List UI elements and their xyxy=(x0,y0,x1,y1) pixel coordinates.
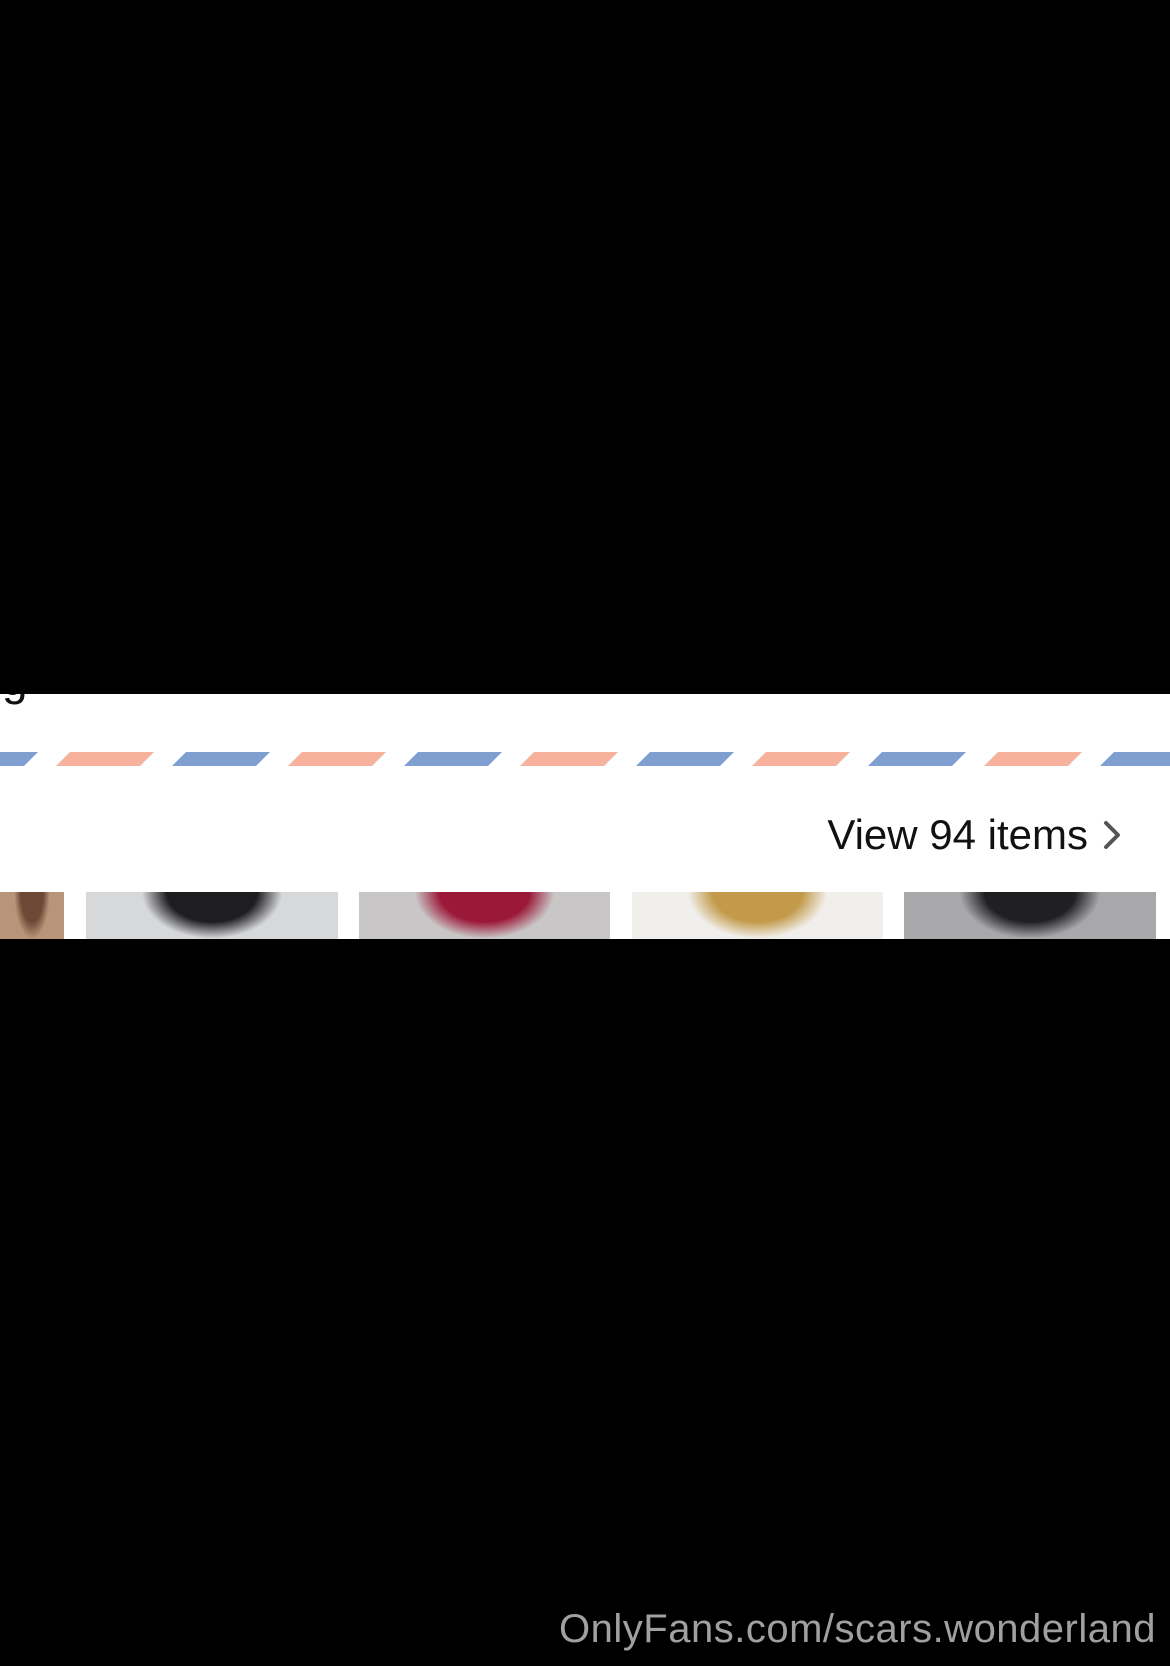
chevron-right-icon xyxy=(1104,821,1120,849)
thumbnail-5[interactable] xyxy=(904,892,1156,939)
airmail-stripe-segment xyxy=(404,752,502,766)
airmail-stripe-segment xyxy=(984,752,1082,766)
thumbnail-strip[interactable] xyxy=(0,892,1170,939)
thumbnail-image xyxy=(959,892,1101,939)
airmail-stripe-segment xyxy=(288,752,386,766)
airmail-stripe-segment xyxy=(636,752,734,766)
thumbnail-3[interactable] xyxy=(359,892,610,939)
thumbnail-4[interactable] xyxy=(632,892,883,939)
thumbnail-image xyxy=(414,892,555,939)
airmail-stripe-divider xyxy=(0,752,1170,766)
collection-card: g View 94 items xyxy=(0,694,1170,939)
thumbnail-image xyxy=(687,892,828,939)
airmail-stripe-segment xyxy=(56,752,154,766)
airmail-stripe-segment xyxy=(868,752,966,766)
airmail-stripe-segment xyxy=(752,752,850,766)
airmail-stripe-segment xyxy=(1100,752,1170,766)
truncated-text-fragment: g xyxy=(2,694,28,702)
thumbnail-image xyxy=(14,892,50,939)
airmail-stripe-segment xyxy=(172,752,270,766)
thumbnail-1[interactable] xyxy=(0,892,64,939)
thumbnail-2[interactable] xyxy=(86,892,338,939)
view-all-items-label: View 94 items xyxy=(827,811,1088,858)
view-all-items-link[interactable]: View 94 items xyxy=(827,814,1122,856)
airmail-stripe-segment xyxy=(0,752,38,766)
screen: g View 94 items OnlyFans.com/scars.wonde… xyxy=(0,0,1170,1666)
thumbnail-image xyxy=(141,892,283,939)
airmail-stripe-segment xyxy=(520,752,618,766)
watermark-text: OnlyFans.com/scars.wonderland xyxy=(559,1607,1156,1651)
